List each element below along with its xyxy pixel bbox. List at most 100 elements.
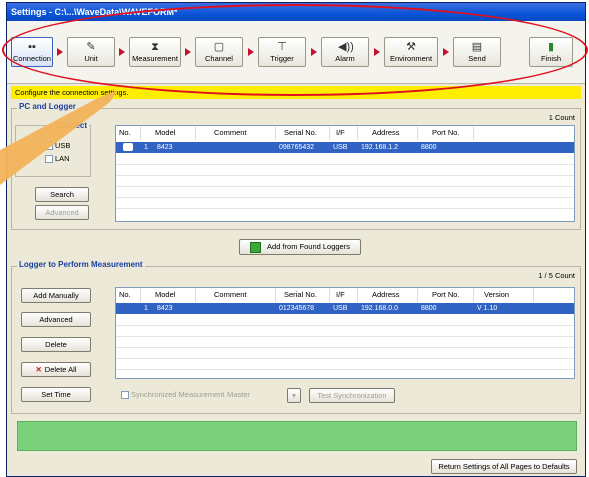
alarm-icon: ◀)) — [338, 41, 354, 53]
advanced-search-button[interactable]: Advanced — [35, 205, 89, 220]
step-arrow — [248, 48, 254, 56]
sync-measurement-checkbox[interactable] — [121, 391, 129, 399]
measure-loggers-table: No. Model Comment Serial No. I/F Address… — [115, 287, 575, 379]
set-time-button[interactable]: Set Time — [21, 387, 91, 402]
step-label: Trigger — [270, 54, 294, 63]
col-address: Address — [358, 288, 418, 302]
grid-line — [116, 164, 574, 165]
step-label: Send — [468, 54, 486, 63]
cell-port: 8800 — [421, 305, 437, 312]
measure-logger-title: Logger to Perform Measurement — [17, 260, 145, 269]
unit-icon: ✎ — [86, 41, 96, 53]
usb-label: USB — [55, 141, 71, 150]
connection-icon: ▪▪ — [28, 41, 36, 53]
pc-logger-title: PC and Logger — [17, 102, 78, 111]
settings-window: Settings - C:\...\WaveData\WAVEFORM* ▪▪ … — [6, 2, 586, 477]
grid-line — [116, 325, 574, 326]
step-send-button[interactable]: ▤ Send — [453, 37, 501, 67]
grid-line — [116, 369, 574, 370]
col-comment: Comment — [196, 288, 276, 302]
trigger-icon: ⊤ — [277, 41, 287, 53]
cell-if: USB — [333, 144, 348, 151]
cell-model: 8423 — [157, 305, 173, 312]
grid-line — [116, 175, 574, 176]
test-sync-button[interactable]: Test Synchronization — [309, 388, 395, 403]
wizard-toolbar: ▪▪ Connection ✎ Unit ⧗ Measurement ▢ Cha… — [7, 21, 585, 84]
channel-icon: ▢ — [213, 41, 225, 53]
add-icon — [250, 241, 262, 253]
usb-checkbox[interactable] — [45, 142, 53, 150]
sync-measurement-label: Synchronized Measurement — [131, 390, 225, 399]
step-label: Environment — [389, 54, 433, 63]
measure-count: 1 / 5 Count — [538, 271, 575, 280]
hourglass-icon: ⧗ — [151, 41, 159, 53]
step-measurement-button[interactable]: ⧗ Measurement — [129, 37, 181, 67]
col-serial: Serial No. — [276, 288, 330, 302]
connection-type-title: Connect — [53, 121, 89, 130]
finish-button[interactable]: ▮ Finish — [529, 37, 573, 67]
grid-line — [116, 186, 574, 187]
step-channel-button[interactable]: ▢ Channel — [195, 37, 243, 67]
delete-all-label: Delete All — [44, 365, 77, 374]
step-environment-button[interactable]: ⚒ Environment — [384, 37, 438, 67]
step-arrow — [119, 48, 125, 56]
col-port: Port No. — [418, 126, 474, 140]
col-comment: Comment — [196, 126, 276, 140]
step-arrow — [185, 48, 191, 56]
col-address: Address — [358, 126, 418, 140]
step-arrow — [443, 48, 449, 56]
step-label: Channel — [205, 54, 233, 63]
add-manually-button[interactable]: Add Manually — [21, 288, 91, 303]
grid-line — [116, 347, 574, 348]
send-icon: ▤ — [471, 41, 483, 53]
col-model: Model — [141, 288, 196, 302]
cell-address: 192.168.0.0 — [361, 305, 398, 312]
return-defaults-button[interactable]: Return Settings of All Pages to Defaults — [431, 459, 577, 474]
lan-checkbox[interactable] — [45, 155, 53, 163]
search-button[interactable]: Search — [35, 187, 89, 202]
found-count: 1 Count — [548, 113, 575, 122]
delete-all-button[interactable]: ✕ Delete All — [21, 362, 91, 377]
found-loggers-table: No. Model Comment Serial No. I/F Address… — [115, 125, 575, 222]
col-version: Version — [474, 288, 534, 302]
col-model: Model — [141, 126, 196, 140]
finish-label: Finish — [540, 54, 561, 63]
cell-version: V 1.10 — [477, 305, 498, 312]
delete-x-icon: ✕ — [35, 365, 42, 374]
step-connection-button[interactable]: ▪▪ Connection — [11, 37, 53, 67]
advanced-button[interactable]: Advanced — [21, 312, 91, 327]
col-if: I/F — [330, 126, 358, 140]
delete-button[interactable]: Delete — [21, 337, 91, 352]
step-trigger-button[interactable]: ⊤ Trigger — [258, 37, 306, 67]
step-unit-button[interactable]: ✎ Unit — [67, 37, 115, 67]
cell-serial: 098765432 — [279, 144, 315, 151]
add-from-found-label: Add from Found Loggers — [267, 242, 350, 251]
sync-mode-value: Master — [227, 390, 250, 399]
step-label: Measurement — [132, 54, 178, 63]
connection-type-group — [15, 125, 91, 177]
step-arrow — [57, 48, 63, 56]
row-checkbox[interactable] — [120, 142, 136, 153]
cell-model: 8423 — [157, 144, 173, 151]
grid-line — [116, 197, 574, 198]
grid-line — [116, 336, 574, 337]
cell-port: 8800 — [421, 144, 437, 151]
sync-dropdown-button[interactable]: ▾ — [287, 388, 301, 403]
col-no: No. — [116, 288, 141, 302]
step-label: Alarm — [335, 54, 355, 63]
add-from-found-button[interactable]: Add from Found Loggers — [239, 239, 361, 255]
step-alarm-button[interactable]: ◀)) Alarm — [321, 37, 369, 67]
cell-comment — [196, 303, 276, 314]
table-row[interactable]: 1 8423 012345678 USB 192.168.0.0 8800 V … — [116, 303, 574, 314]
table-row[interactable]: 1 8423 098765432 USB 192.168.1.2 8800 — [116, 142, 574, 153]
instruction-bar: Configure the connection settings. — [11, 86, 581, 99]
col-no: No. — [116, 126, 141, 140]
step-label: Unit — [84, 54, 98, 63]
step-arrow — [374, 48, 380, 56]
lan-label: LAN — [55, 154, 70, 163]
col-if: I/F — [330, 288, 358, 302]
grid-line — [116, 208, 574, 209]
chevron-down-icon: ▾ — [292, 391, 296, 400]
grid-line — [116, 358, 574, 359]
step-arrow — [311, 48, 317, 56]
